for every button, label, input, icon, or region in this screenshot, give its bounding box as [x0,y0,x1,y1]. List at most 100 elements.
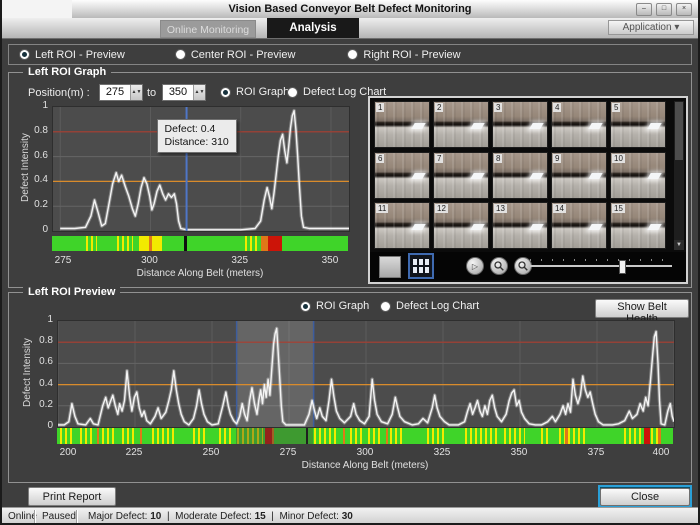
belt-thumbnail[interactable]: 2 [433,101,489,148]
tab-analysis[interactable]: Analysis [267,18,359,38]
thumbnail-scrollbar[interactable]: ▼ [674,101,684,250]
radio-button-icon [19,49,30,60]
radio-right-roi-preview[interactable]: Right ROI - Preview [347,49,461,61]
thumbnail-index: 14 [553,204,566,214]
chevron-down-icon: ▾ [674,22,680,33]
strip-segment-ys [152,428,176,444]
to-label: to [147,87,157,99]
belt-thumbnail[interactable]: 5 [610,101,666,148]
radio-button-icon [287,86,298,98]
groupbox-title: Left ROI Preview [23,286,121,298]
scroll-down-icon[interactable]: ▼ [674,240,684,250]
x-tick-label: 375 [587,447,605,458]
belt-thumbnail[interactable]: 14 [551,202,607,250]
cursor-tooltip: Defect: 0.4 Distance: 310 [156,119,237,153]
moderate-defect-count: 15 [254,511,266,522]
major-defect-count: 10 [150,511,162,522]
strip-segment-ys [623,428,643,444]
belt-thumbnail[interactable]: 8 [492,151,548,199]
print-report-button[interactable]: Print Report [28,487,116,506]
thumbnail-index: 10 [612,153,625,163]
belt-thumbnail[interactable]: 12 [433,202,489,250]
belt-thumbnail[interactable]: 11 [374,202,430,250]
spinner-arrows-icon[interactable]: ▲▼ [193,85,205,100]
x-tick-label: 200 [59,447,77,458]
strip-segment-ys [218,428,235,444]
belt-thumbnail[interactable]: 10 [610,151,666,199]
left-roi-preview-chart: Defect Intensity Distance Along Belt (me… [20,314,696,478]
belt-thumbnail[interactable]: 3 [492,101,548,148]
radio-roi-graph-bottom[interactable]: ROI Graph [300,300,369,312]
thumbnail-index: 1 [376,103,385,112]
position-to-value: 350 [168,86,188,98]
x-axis-title: Distance Along Belt (meters) [136,268,264,279]
belt-thumbnail[interactable]: 7 [433,151,489,199]
roi-graph-plot[interactable]: Defect: 0.4 Distance: 310 [52,106,350,232]
y-tick-label: 0.8 [34,124,48,136]
zoom-in-button[interactable] [490,257,508,275]
y-tick-label: 0 [47,420,53,431]
radio-left-roi-preview[interactable]: Left ROI - Preview [19,49,125,61]
status-separator [34,510,35,523]
restore-button[interactable]: □ [656,3,672,16]
slider-ticks [530,259,672,261]
thumbnail-index: 7 [435,153,444,163]
belt-thumbnail[interactable]: 6 [374,151,430,199]
belt-thumbnail[interactable]: 13 [492,202,548,250]
application-menu-button[interactable]: Application ▾ [608,20,694,35]
belt-thumbnail[interactable]: 1 [374,101,430,148]
radio-defect-log-chart-bottom[interactable]: Defect Log Chart [380,300,479,312]
y-tick-label: 0.8 [39,335,53,347]
x-tick-label: 325 [433,447,451,458]
y-tick-label: 0.2 [34,199,48,211]
slider-handle[interactable] [619,260,627,274]
major-defect-label: Major Defect: [88,511,148,522]
x-tick-label: 400 [652,447,670,458]
single-view-button[interactable] [379,256,401,278]
radio-center-roi-preview[interactable]: Center ROI - Preview [174,49,295,61]
x-tick-label: 275 [279,447,297,458]
radio-roi-graph-top[interactable]: ROI Graph [220,86,289,98]
strip-segment-o [148,236,152,251]
x-tick-label: 325 [231,255,249,266]
application-menu-label: Application [622,22,672,33]
strip-segment-o [342,428,346,444]
close-button-focus-ring: Close [598,485,692,507]
strip-segment-ys [368,428,384,444]
thumbnail-index: 8 [494,153,503,163]
position-from-input[interactable]: 275 ▲▼ [99,84,143,101]
belt-thumbnail[interactable]: 4 [551,101,607,148]
y-tick-label: 0.6 [39,356,53,368]
preview-graph-plot[interactable] [57,320,675,428]
pointer-button[interactable]: ▷ [466,257,484,275]
thumbnail-index: 4 [553,103,562,112]
strip-segment-o [385,428,389,444]
x-tick-label: 300 [356,447,374,458]
close-window-button[interactable]: × [676,3,692,16]
thumbnail-index: 5 [612,103,621,112]
strip-segment-ys [465,428,498,444]
groupbox-title: Left ROI Graph [23,66,112,78]
scrollbar-thumb[interactable] [675,102,683,160]
strip-segment-ys [540,428,550,444]
thumbnail-toolbar: ▷ [370,252,686,280]
strip-segment-ys [568,428,589,444]
belt-thumbnail[interactable]: 15 [610,202,666,250]
y-tick-label: 0 [42,224,48,235]
thumbnail-size-slider[interactable] [530,259,672,274]
x-tick-label: 225 [125,447,143,458]
grid-view-button[interactable] [408,253,434,279]
strip-segment-ys [314,428,338,444]
tab-online-monitoring[interactable]: Online Monitoring [160,20,256,38]
minimize-button[interactable]: – [636,3,652,16]
close-button[interactable]: Close [600,488,690,506]
belt-thumbnail[interactable]: 9 [551,151,607,199]
spinner-arrows-icon[interactable]: ▲▼ [130,85,142,100]
strip-segment-ys [116,236,134,251]
thumbnail-index: 3 [494,103,503,112]
strip-segment-ys [389,428,402,444]
position-to-input[interactable]: 350 ▲▼ [162,84,206,101]
x-tick-label: 300 [141,255,158,266]
strip-segment-r [643,428,650,444]
thumbnail-index: 6 [376,153,385,163]
